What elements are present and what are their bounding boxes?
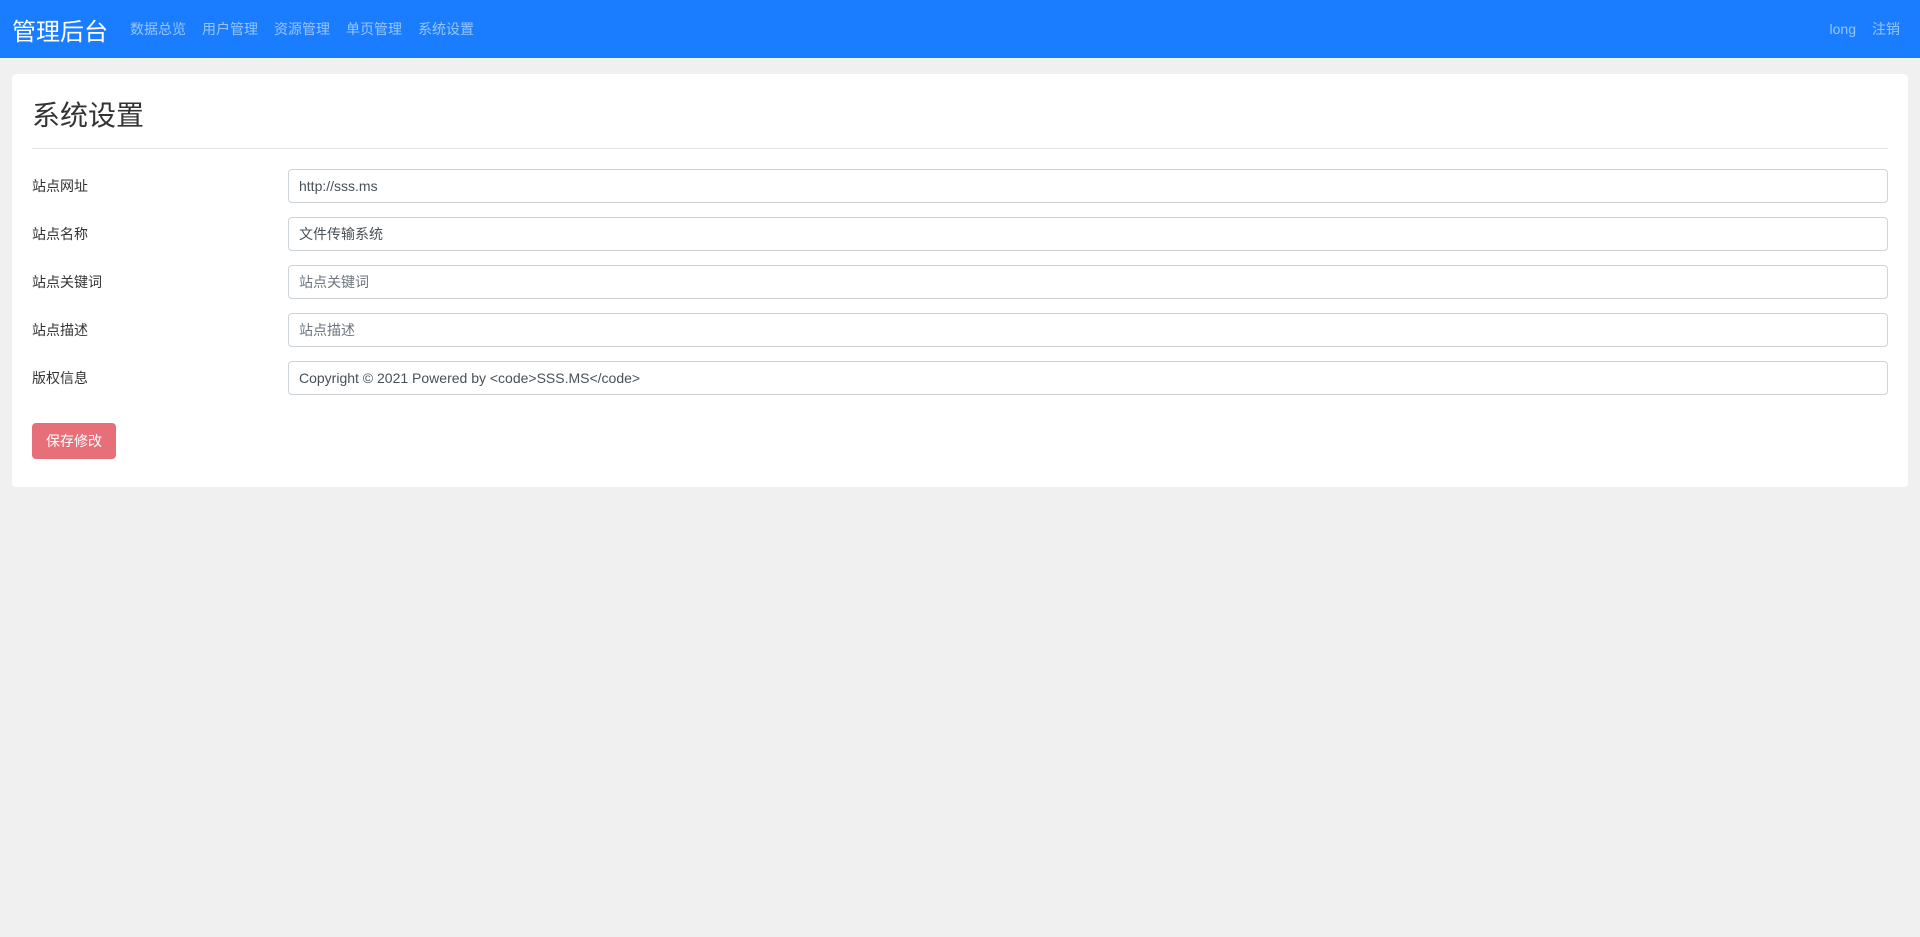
- nav-link-user-management[interactable]: 用户管理: [202, 11, 258, 47]
- label-site-keywords: 站点关键词: [32, 272, 288, 292]
- label-site-name: 站点名称: [32, 224, 288, 244]
- navbar-right: long 注销: [1822, 11, 1908, 47]
- navbar-logout[interactable]: 注销: [1864, 11, 1908, 47]
- form-row-site-url: 站点网址: [32, 169, 1888, 203]
- navbar-brand[interactable]: 管理后台: [12, 12, 122, 47]
- input-site-url[interactable]: [288, 169, 1888, 203]
- navbar-left: 管理后台 数据总览 用户管理 资源管理 单页管理 系统设置: [12, 11, 482, 47]
- settings-card: 系统设置 站点网址 站点名称 站点关键词 站点描述 版权信息: [12, 74, 1908, 487]
- form-row-site-name: 站点名称: [32, 217, 1888, 251]
- main-container: 系统设置 站点网址 站点名称 站点关键词 站点描述 版权信息: [0, 58, 1920, 503]
- page-title: 系统设置: [32, 94, 1888, 149]
- nav-item-resource-management: 资源管理: [266, 11, 338, 47]
- nav-item-data-overview: 数据总览: [122, 11, 194, 47]
- nav-item-user-management: 用户管理: [194, 11, 266, 47]
- nav-link-system-settings[interactable]: 系统设置: [418, 11, 474, 47]
- form-row-copyright: 版权信息: [32, 361, 1888, 395]
- navbar: 管理后台 数据总览 用户管理 资源管理 单页管理 系统设置 long 注销: [0, 0, 1920, 58]
- label-copyright: 版权信息: [32, 368, 288, 388]
- save-button[interactable]: 保存修改: [32, 423, 116, 459]
- label-site-url: 站点网址: [32, 176, 288, 196]
- form-row-site-keywords: 站点关键词: [32, 265, 1888, 299]
- nav-link-resource-management[interactable]: 资源管理: [274, 11, 330, 47]
- navbar-user[interactable]: long: [1822, 13, 1864, 45]
- input-site-keywords[interactable]: [288, 265, 1888, 299]
- nav-link-page-management[interactable]: 单页管理: [346, 11, 402, 47]
- label-site-description: 站点描述: [32, 320, 288, 340]
- nav-link-data-overview[interactable]: 数据总览: [130, 11, 186, 47]
- form-row-site-description: 站点描述: [32, 313, 1888, 347]
- input-site-name[interactable]: [288, 217, 1888, 251]
- nav-item-system-settings: 系统设置: [410, 11, 482, 47]
- input-copyright[interactable]: [288, 361, 1888, 395]
- nav-item-page-management: 单页管理: [338, 11, 410, 47]
- settings-form: 站点网址 站点名称 站点关键词 站点描述 版权信息 保存修改: [32, 169, 1888, 459]
- navbar-nav: 数据总览 用户管理 资源管理 单页管理 系统设置: [122, 11, 482, 47]
- input-site-description[interactable]: [288, 313, 1888, 347]
